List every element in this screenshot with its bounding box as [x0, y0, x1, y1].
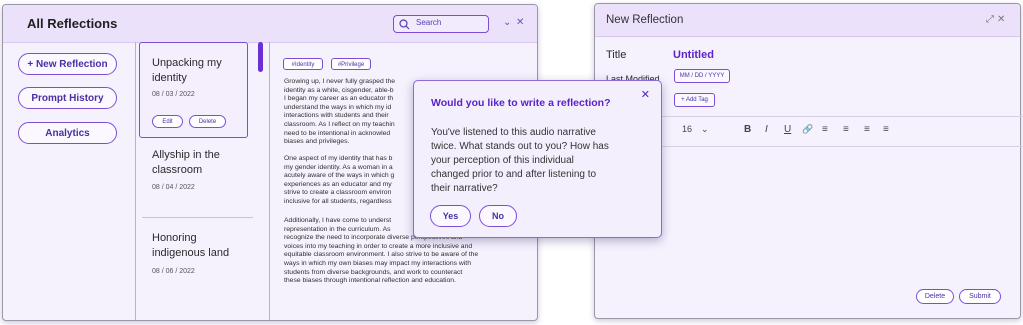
search-placeholder: Search [416, 18, 442, 27]
close-icon[interactable]: ✕ [997, 14, 1005, 25]
title-value[interactable]: Untitled [673, 49, 714, 61]
search-input[interactable]: Search [393, 15, 489, 33]
search-icon [399, 19, 410, 30]
window-title: All Reflections [27, 16, 118, 31]
list-item-selected[interactable]: Unpacking my identity 08 / 03 / 2022 Edit… [139, 42, 248, 138]
tag-privilege[interactable]: #Privilege [331, 58, 371, 70]
close-icon[interactable]: ✕ [641, 88, 650, 101]
yes-button[interactable]: Yes [430, 205, 471, 227]
modal-question: Would you like to write a reflection? [431, 97, 611, 109]
justify-icon[interactable]: ≡ [883, 124, 889, 135]
column-divider [269, 42, 270, 320]
item-date: 08 / 04 / 2022 [152, 184, 195, 191]
list-item[interactable]: Allyship in the classroom [152, 148, 220, 178]
item-title: Unpacking my identity [152, 57, 222, 84]
item-date: 08 / 06 / 2022 [152, 268, 195, 275]
scrollbar-thumb[interactable] [258, 42, 263, 72]
link-icon[interactable]: 🔗 [802, 124, 813, 135]
modal-body: You've listened to this audio narrative … [431, 127, 609, 194]
item-date: 08 / 03 / 2022 [152, 91, 195, 98]
new-reflection-button[interactable]: + New Reflection [18, 53, 117, 75]
list-divider [142, 217, 253, 218]
align-center-icon[interactable]: ≡ [843, 124, 849, 135]
align-left-icon[interactable]: ≡ [822, 124, 828, 135]
tag-identity[interactable]: #Identity [283, 58, 323, 70]
add-tag-button[interactable]: + Add Tag [674, 93, 715, 107]
delete-button[interactable]: Delete [916, 289, 954, 304]
prompt-history-button[interactable]: Prompt History [18, 87, 117, 109]
reflection-prompt-modal: ✕ Would you like to write a reflection? … [413, 80, 662, 238]
align-right-icon[interactable]: ≡ [864, 124, 870, 135]
date-field[interactable]: MM / DD / YYYY [674, 69, 730, 83]
column-divider [135, 42, 136, 320]
underline-icon[interactable]: U [784, 124, 791, 135]
chevron-down-icon[interactable]: ⌄ [701, 124, 709, 135]
chevron-down-icon[interactable]: ⌄ [503, 17, 511, 28]
list-item[interactable]: Honoring indigenous land [152, 231, 229, 261]
window-title: New Reflection [606, 14, 684, 26]
edit-button[interactable]: Edit [152, 115, 183, 128]
submit-button[interactable]: Submit [959, 289, 1001, 304]
expand-icon[interactable]: ⤢ [986, 14, 994, 25]
title-label: Title [606, 49, 627, 61]
close-icon[interactable]: ✕ [516, 17, 524, 28]
no-button[interactable]: No [479, 205, 517, 227]
analytics-button[interactable]: Analytics [18, 122, 117, 144]
title-bar: All Reflections Search ⌄ ✕ [3, 5, 537, 43]
delete-button[interactable]: Delete [189, 115, 226, 128]
font-size-value[interactable]: 16 [682, 124, 692, 134]
title-bar: New Reflection ⤢ ✕ [595, 4, 1020, 37]
bold-icon[interactable]: B [744, 124, 751, 135]
italic-icon[interactable]: I [765, 124, 768, 135]
